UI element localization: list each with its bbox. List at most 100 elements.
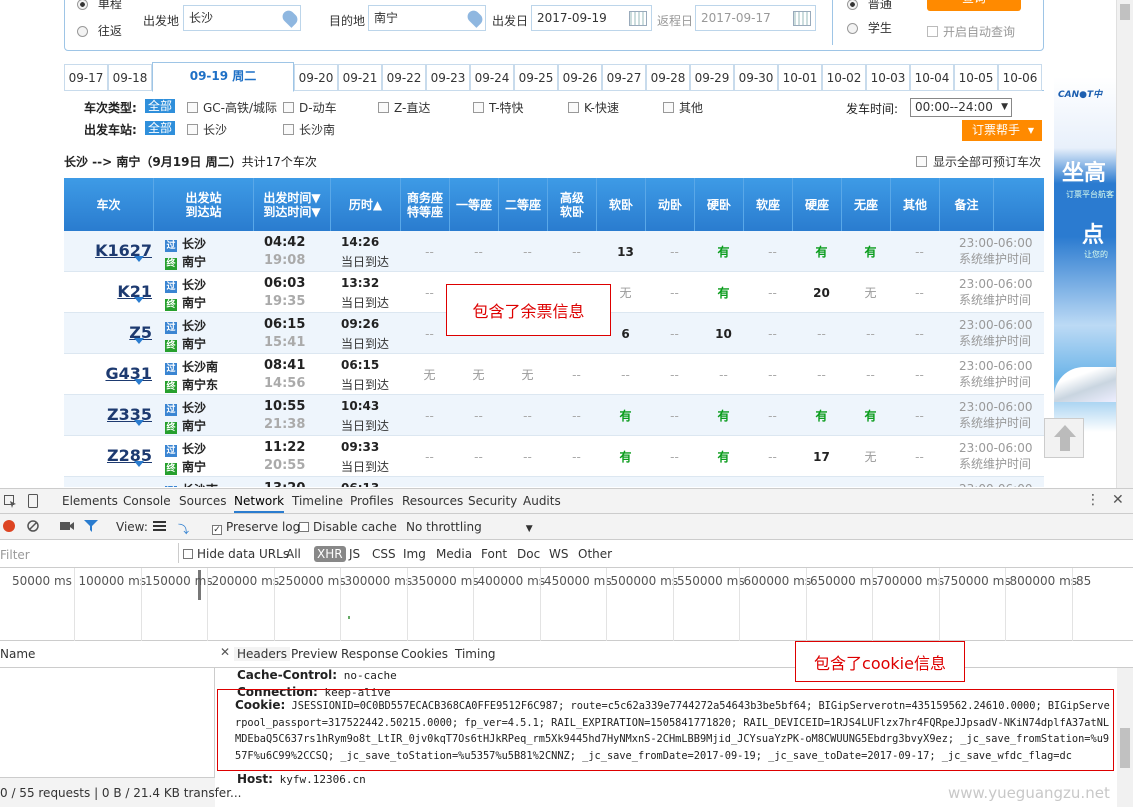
date-tab[interactable]: 09-21 [338,64,382,91]
seat-availability[interactable]: 有 [846,231,895,272]
date-tab[interactable]: 09-30 [734,64,778,91]
devtools-tab[interactable]: Audits [523,494,561,508]
close-icon[interactable]: ✕ [220,645,230,659]
seat-availability[interactable]: 有 [699,395,748,436]
expand-arrow-icon[interactable] [134,256,144,262]
date-tab[interactable]: 10-04 [910,64,954,91]
type-filter[interactable]: Doc [517,547,540,561]
date-tab[interactable]: 09-18 [108,64,152,91]
date-tab[interactable]: 09-29 [690,64,734,91]
devtools-tab[interactable]: Resources [402,494,463,508]
checkbox-icon[interactable] [378,102,389,113]
hide-data-urls-toggle[interactable]: Hide data URLs [183,547,289,561]
filter-gc[interactable]: GC-高铁/城际 [187,99,277,116]
checkbox-icon[interactable] [473,102,484,113]
waterfall-view-icon[interactable]: ⤵ [178,521,189,537]
type-filter[interactable]: JS [349,547,360,561]
seat-availability[interactable]: 10 [699,313,748,354]
date-tab[interactable]: 10-05 [954,64,998,91]
checkbox-icon[interactable] [299,522,309,532]
seat-availability[interactable]: 有 [846,395,895,436]
checkbox-checked-icon[interactable]: ✓ [212,525,222,535]
depart-date-input[interactable]: 2017-09-19 [531,5,652,31]
checkbox-icon[interactable] [283,102,294,113]
trip-type-roundtrip[interactable]: 往返 [77,22,122,39]
date-tab[interactable]: 09-25 [514,64,558,91]
from-input[interactable]: 长沙 [183,5,301,31]
close-icon[interactable]: ✕ [1112,492,1124,508]
depart-time-select[interactable]: 00:00--24:00 [910,98,1012,117]
column-header[interactable]: 商务座 特等座 [401,178,450,231]
back-to-top-icon[interactable] [1044,418,1084,458]
station-all[interactable]: 全部 [145,121,176,135]
date-tab[interactable]: 09-17 [64,64,108,91]
type-filter[interactable]: Other [578,547,612,561]
page-scrollbar[interactable] [1116,0,1133,488]
radio-icon[interactable] [77,0,88,10]
filter-d[interactable]: D-动车 [283,99,337,116]
type-filter[interactable]: CSS [372,547,396,561]
detail-tab[interactable]: Response [341,647,399,661]
date-tab[interactable]: 09-24 [470,64,514,91]
detail-tab[interactable]: Preview [291,647,338,661]
return-date-input[interactable]: 2017-09-17 [695,5,816,31]
booking-helper-button[interactable]: 订票帮手 [962,120,1042,141]
camera-icon[interactable] [60,521,74,531]
seat-availability[interactable]: 有 [699,231,748,272]
radio-icon[interactable] [847,23,858,34]
type-filter[interactable]: All [286,547,301,561]
date-tab[interactable]: 10-01 [778,64,822,91]
checkbox-icon[interactable] [283,124,294,135]
seat-availability[interactable]: 有 [601,436,650,477]
column-header[interactable]: 硬座 [793,178,842,231]
column-header[interactable]: 软座 [744,178,793,231]
seat-availability[interactable]: 17 [797,436,846,477]
column-header[interactable]: 高级 软卧 [548,178,597,231]
date-tab[interactable]: 10-03 [866,64,910,91]
type-filter[interactable]: Font [481,547,507,561]
expand-arrow-icon[interactable] [134,338,144,344]
column-header[interactable]: 一等座 [450,178,499,231]
table-row[interactable]: Z335 过长沙终南宁 10:55 21:38 10:43 当日到达 -- -- -- -- 有 --… [64,395,1044,436]
train-type-all[interactable]: 全部 [145,99,176,113]
detail-tab[interactable]: Timing [455,647,496,661]
devtools-tab[interactable]: Timeline [292,494,343,508]
list-view-icon[interactable] [153,521,166,531]
passenger-student[interactable]: 学生 [847,19,892,36]
seat-availability[interactable]: 有 [797,231,846,272]
devtools-tab[interactable]: Network [234,494,285,513]
column-header[interactable]: 车次 [64,178,154,231]
name-column-header[interactable]: Name [0,647,35,661]
radio-icon[interactable] [847,0,858,10]
table-row[interactable]: 过 长沙南 13:20 06:13 23:00-06:00系 [64,477,1044,487]
seat-availability[interactable]: 有 [699,436,748,477]
expand-arrow-icon[interactable] [134,379,144,385]
table-row[interactable]: G431 过长沙南终南宁东 08:41 14:56 06:15 当日到达无无无 -- -- --… [64,354,1044,395]
date-tab[interactable]: 09-23 [426,64,470,91]
calendar-icon[interactable] [629,11,647,26]
query-button[interactable]: 查询 [927,0,1021,11]
type-filter[interactable]: Media [436,547,472,561]
date-tab[interactable]: 09-27 [602,64,646,91]
checkbox-icon[interactable] [663,102,674,113]
date-tab[interactable]: 09-20 [294,64,338,91]
expand-arrow-icon[interactable] [134,420,144,426]
date-tab[interactable]: 09-28 [646,64,690,91]
detail-tab[interactable]: Cookies [401,647,448,661]
calendar-icon[interactable] [793,11,811,26]
throttling-select[interactable]: No throttling ▼ [406,520,533,534]
table-row[interactable]: Z285 过长沙终南宁 11:22 20:55 09:33 当日到达 -- -- -- -- 有 --… [64,436,1044,477]
seat-availability[interactable]: 有 [699,272,748,313]
expand-arrow-icon[interactable] [134,461,144,467]
type-filter[interactable]: WS [549,547,568,561]
more-menu-icon[interactable]: ⋮ [1086,492,1100,508]
show-all-toggle[interactable]: 显示全部可预订车次 [916,153,1041,170]
scrollbar-thumb[interactable] [1120,4,1130,20]
filter-other[interactable]: 其他 [663,99,703,116]
column-header[interactable]: 其他 [891,178,940,231]
checkbox-icon[interactable] [568,102,579,113]
filter-input[interactable]: Filter [0,548,30,562]
inspect-icon[interactable] [4,495,17,508]
filter-t[interactable]: T-特快 [473,99,524,116]
column-header[interactable]: 出发时间▼ 到达时间▼ [254,178,331,231]
